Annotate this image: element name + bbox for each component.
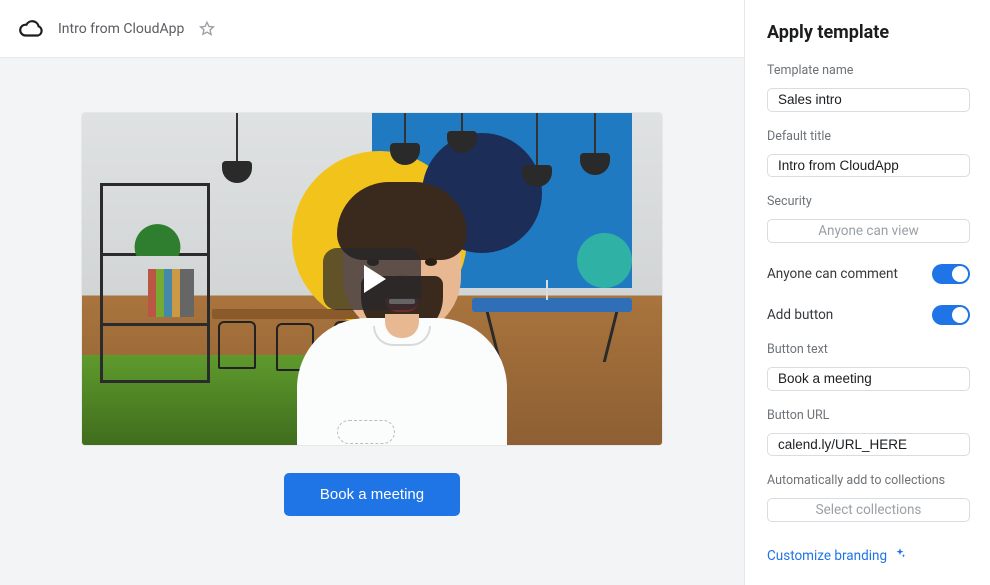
default-title-input[interactable] [767,154,970,178]
cloud-logo-icon [18,16,44,42]
play-icon [364,265,386,293]
collections-select[interactable]: Select collections [767,498,970,522]
preview-area: Book a meeting [0,58,744,585]
security-select[interactable]: Anyone can view [767,219,970,243]
template-sidebar: Apply template Template name Default tit… [744,0,990,585]
add-button-toggle[interactable] [932,305,970,325]
button-url-input[interactable] [767,433,970,457]
video-thumbnail[interactable] [82,113,662,445]
sparkle-icon [893,546,907,565]
collections-placeholder: Select collections [816,502,922,518]
comment-toggle[interactable] [932,264,970,284]
template-name-label: Template name [767,63,970,78]
security-value: Anyone can view [818,223,919,239]
topbar: Intro from CloudApp [0,0,744,58]
button-url-label: Button URL [767,408,970,423]
template-name-input[interactable] [767,88,970,112]
security-label: Security [767,194,970,209]
sidebar-heading: Apply template [767,22,970,43]
favorite-star-icon[interactable] [198,20,216,38]
button-text-label: Button text [767,342,970,357]
button-text-input[interactable] [767,367,970,391]
default-title-label: Default title [767,129,970,144]
cta-button[interactable]: Book a meeting [284,473,460,516]
add-button-toggle-label: Add button [767,307,833,323]
comment-toggle-label: Anyone can comment [767,266,898,282]
page-title: Intro from CloudApp [58,21,184,37]
customize-branding-link[interactable]: Customize branding [767,548,887,564]
collections-label: Automatically add to collections [767,473,970,488]
play-button[interactable] [323,248,421,310]
